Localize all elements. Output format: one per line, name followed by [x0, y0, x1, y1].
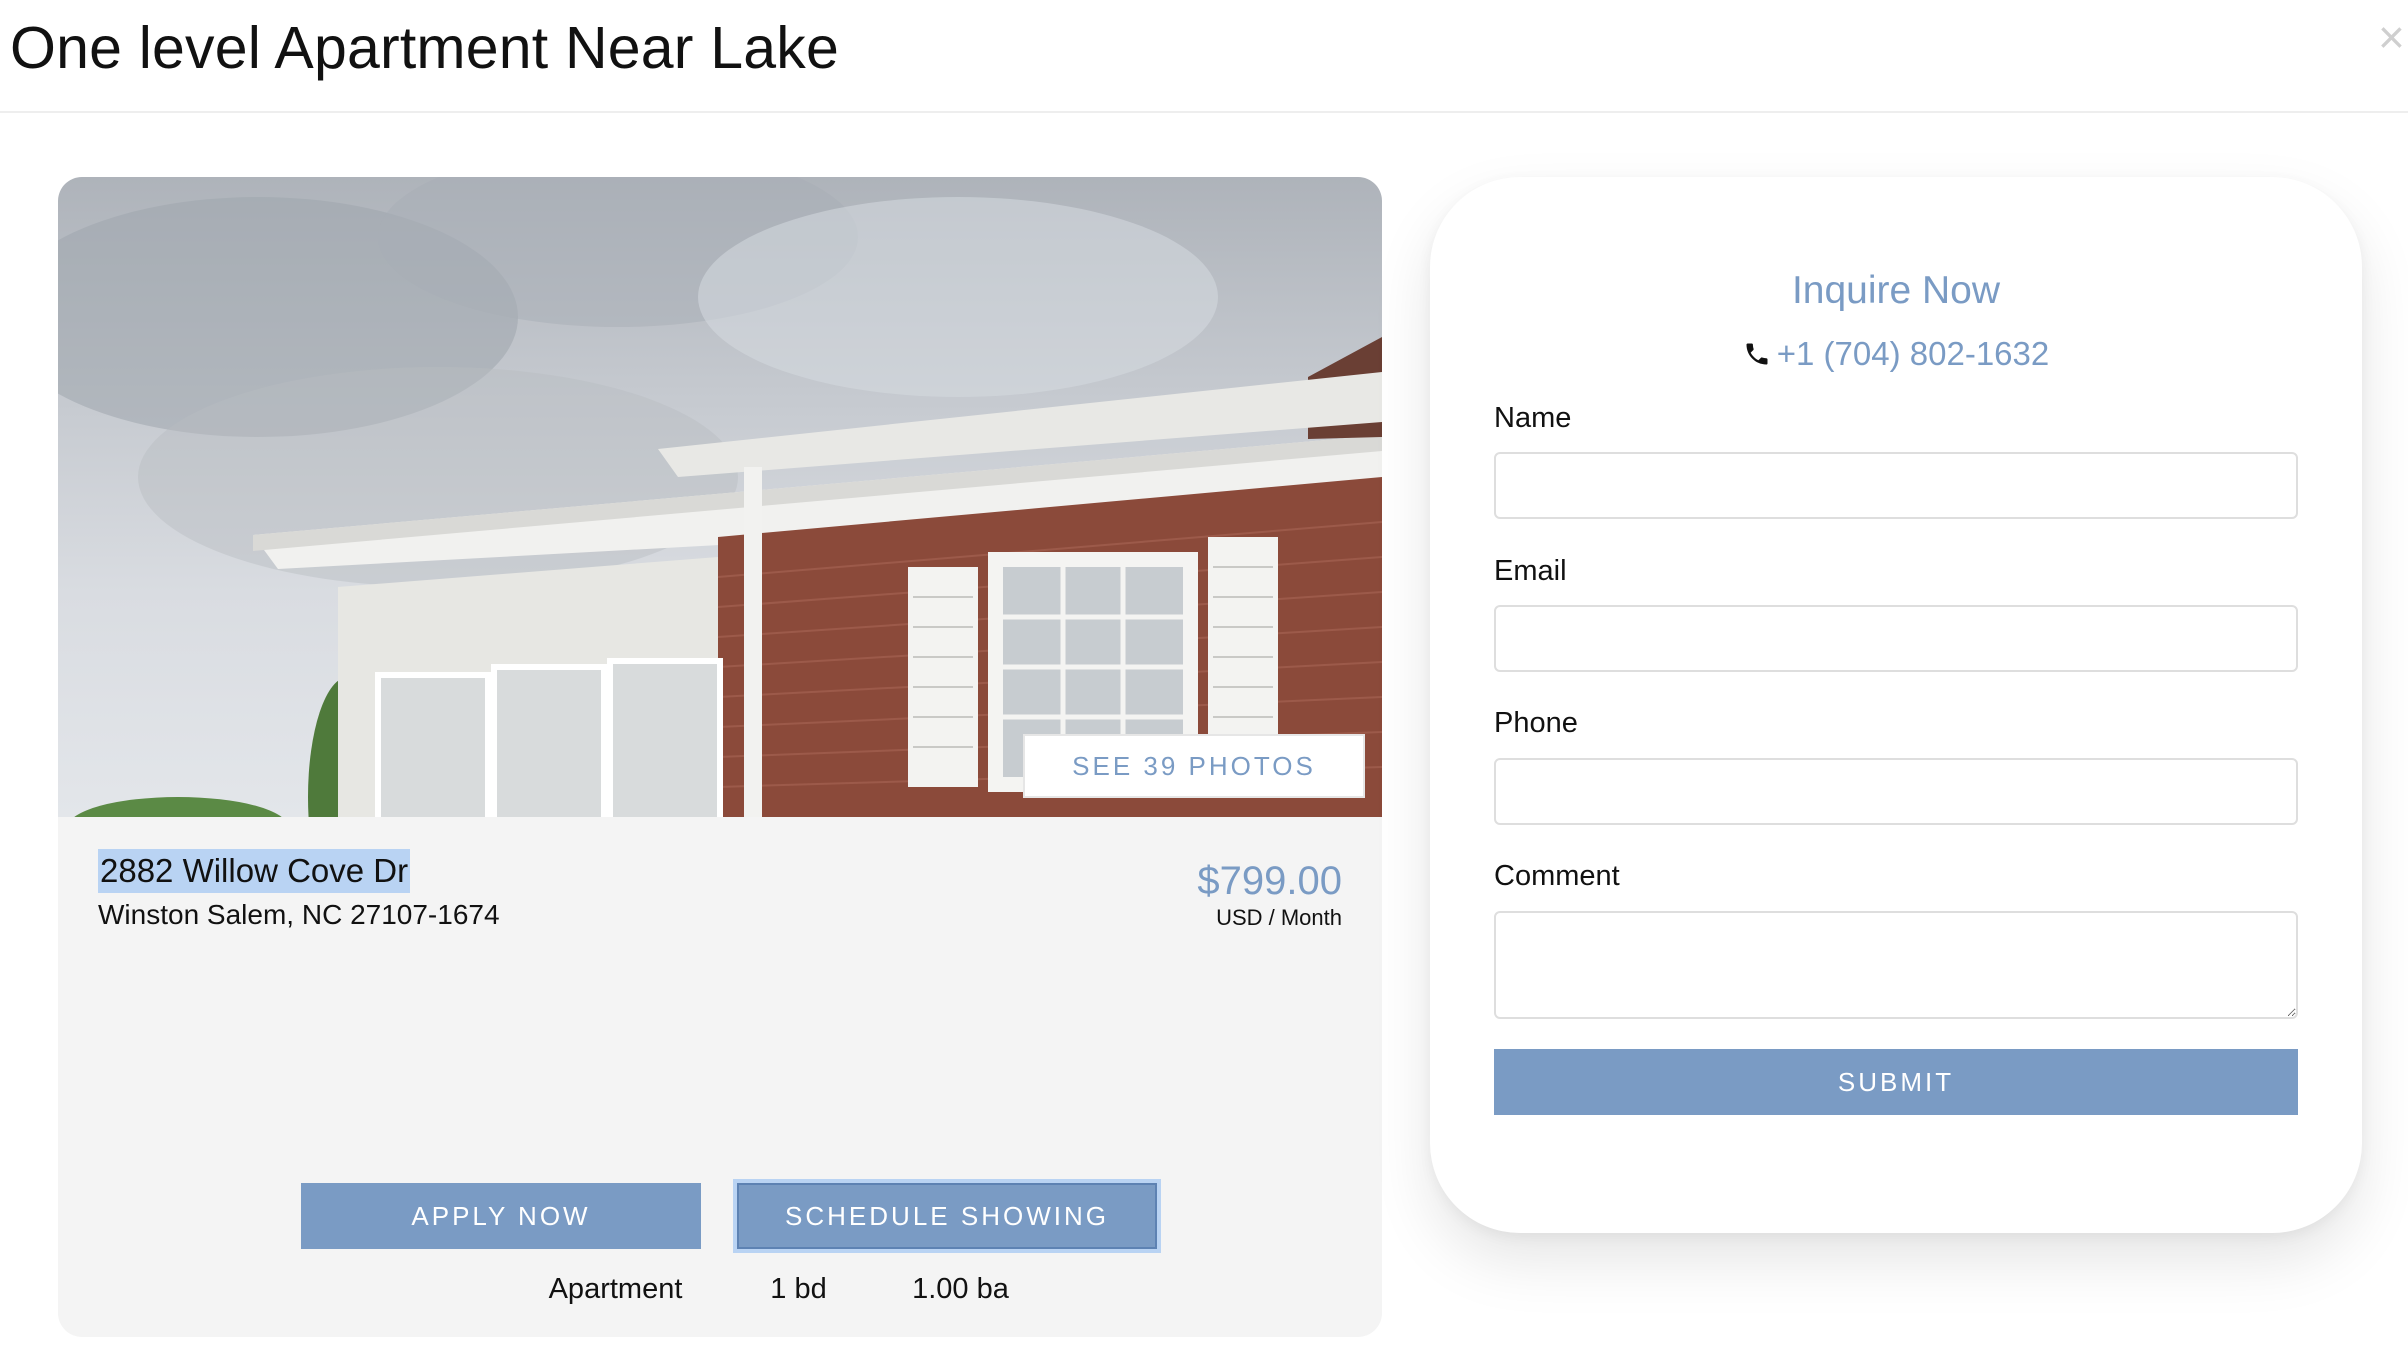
listing-card: SEE 39 PHOTOS 2882 Willow Cove Dr Winsto…: [58, 177, 1382, 1337]
phone-label: Phone: [1494, 707, 1578, 739]
email-label: Email: [1494, 555, 1567, 587]
feature-label: Apartment: [548, 1273, 683, 1305]
see-photos-button[interactable]: SEE 39 PHOTOS: [1023, 734, 1365, 798]
house-photo-illustration: [58, 177, 1382, 817]
name-field[interactable]: [1494, 452, 2298, 519]
close-icon[interactable]: ×: [2378, 12, 2408, 62]
schedule-showing-button[interactable]: SCHEDULE SHOWING: [733, 1179, 1161, 1253]
feature-label: 1.00 ba: [912, 1273, 1009, 1305]
modal-header: One level Apartment Near Lake ×: [0, 0, 2408, 113]
name-label: Name: [1494, 402, 1572, 434]
inquire-form-card: Inquire Now +1 (704) 802-1632 Name Email…: [1430, 177, 2362, 1233]
price-unit: USD / Month: [1216, 905, 1342, 930]
comment-label: Comment: [1494, 860, 1620, 892]
submit-button[interactable]: SUBMIT: [1494, 1049, 2298, 1115]
feature-label: 1 bd: [770, 1273, 827, 1305]
inquire-title: Inquire Now: [1791, 269, 2001, 312]
address-street: 2882 Willow Cove Dr: [98, 849, 411, 893]
phone-number[interactable]: +1 (704) 802-1632: [1777, 335, 2049, 372]
apply-now-button[interactable]: APPLY NOW: [301, 1183, 701, 1249]
phone-icon: [1746, 343, 1768, 365]
page-title: One level Apartment Near Lake: [10, 15, 839, 81]
phone-field[interactable]: [1494, 758, 2298, 825]
address-city: Winston Salem, NC 27107-1674: [98, 899, 500, 930]
email-field[interactable]: [1494, 605, 2298, 672]
listing-price: $799.00: [1197, 859, 1342, 903]
comment-field[interactable]: [1494, 911, 2298, 1019]
property-photo[interactable]: SEE 39 PHOTOS: [58, 177, 1382, 817]
inquire-phone[interactable]: +1 (704) 802-1632: [1430, 335, 2362, 373]
